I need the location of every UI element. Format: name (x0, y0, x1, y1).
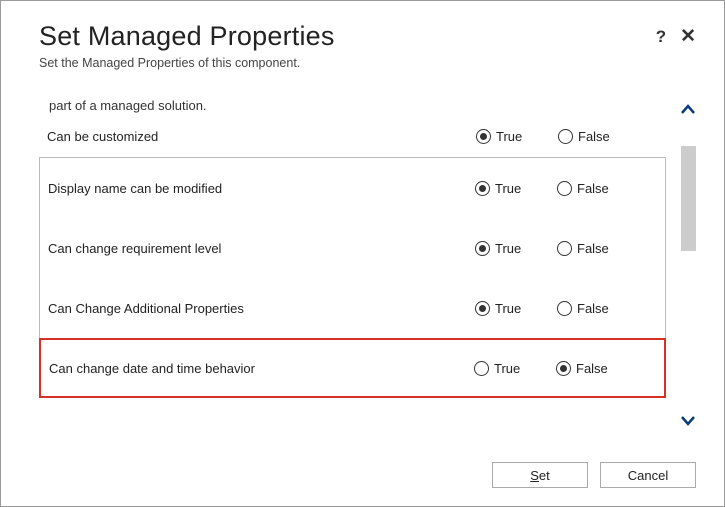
row-label: Can be customized (47, 129, 476, 144)
properties-box: Display name can be modified True False (39, 157, 666, 398)
radio-label: True (496, 129, 522, 144)
radio-true[interactable]: True (475, 301, 547, 316)
radio-group-customized: True False (476, 129, 648, 144)
row-label: Can change date and time behavior (49, 361, 474, 376)
row-label: Can Change Additional Properties (48, 301, 475, 316)
radio-true[interactable]: True (474, 361, 546, 376)
radio-label: True (495, 241, 521, 256)
radio-label: False (576, 361, 608, 376)
content: part of a managed solution. Can be custo… (39, 88, 666, 442)
dialog-header: Set Managed Properties ? ✕ (39, 21, 696, 52)
row-additional-properties: Can Change Additional Properties True Fa… (40, 278, 665, 338)
radio-icon (557, 241, 572, 256)
radio-group: True False (475, 181, 647, 196)
truncated-text: part of a managed solution. (49, 98, 666, 113)
radio-false[interactable]: False (557, 181, 629, 196)
mnemonic: S (530, 468, 539, 483)
radio-icon (557, 301, 572, 316)
radio-icon (556, 361, 571, 376)
radio-icon (475, 181, 490, 196)
row-requirement-level: Can change requirement level True False (40, 218, 665, 278)
managed-properties-dialog: Set Managed Properties ? ✕ Set the Manag… (1, 1, 724, 506)
row-label: Can change requirement level (48, 241, 475, 256)
header-text: Set Managed Properties (39, 21, 335, 52)
radio-label: True (494, 361, 520, 376)
radio-label: False (577, 241, 609, 256)
scroll-area: part of a managed solution. Can be custo… (39, 88, 696, 442)
chevron-up-icon[interactable] (680, 100, 696, 120)
dialog-footer: Set Cancel (39, 442, 696, 488)
radio-label: False (577, 301, 609, 316)
radio-icon (558, 129, 573, 144)
dialog-subtitle: Set the Managed Properties of this compo… (39, 56, 696, 70)
radio-icon (475, 241, 490, 256)
scrollbar[interactable] (680, 100, 696, 430)
radio-true[interactable]: True (476, 129, 548, 144)
radio-false[interactable]: False (557, 301, 629, 316)
radio-group: True False (475, 301, 647, 316)
row-date-time-behavior: Can change date and time behavior True F… (39, 338, 666, 398)
header-icons: ? ✕ (656, 21, 696, 46)
radio-icon (475, 301, 490, 316)
btn-text: et (539, 468, 550, 483)
set-button[interactable]: Set (492, 462, 588, 488)
row-can-be-customized: Can be customized True False (39, 119, 666, 153)
dialog-title: Set Managed Properties (39, 21, 335, 52)
scroll-thumb[interactable] (681, 146, 696, 251)
radio-false[interactable]: False (558, 129, 630, 144)
radio-false[interactable]: False (556, 361, 628, 376)
chevron-down-icon[interactable] (680, 410, 696, 430)
radio-label: False (577, 181, 609, 196)
radio-label: True (495, 181, 521, 196)
radio-icon (476, 129, 491, 144)
radio-true[interactable]: True (475, 181, 547, 196)
radio-label: False (578, 129, 610, 144)
radio-group: True False (475, 241, 647, 256)
radio-icon (557, 181, 572, 196)
radio-group: True False (474, 361, 646, 376)
close-icon[interactable]: ✕ (680, 27, 696, 46)
radio-icon (474, 361, 489, 376)
cancel-button[interactable]: Cancel (600, 462, 696, 488)
radio-false[interactable]: False (557, 241, 629, 256)
radio-true[interactable]: True (475, 241, 547, 256)
radio-label: True (495, 301, 521, 316)
help-icon[interactable]: ? (656, 28, 666, 45)
row-label: Display name can be modified (48, 181, 475, 196)
row-display-name: Display name can be modified True False (40, 158, 665, 218)
